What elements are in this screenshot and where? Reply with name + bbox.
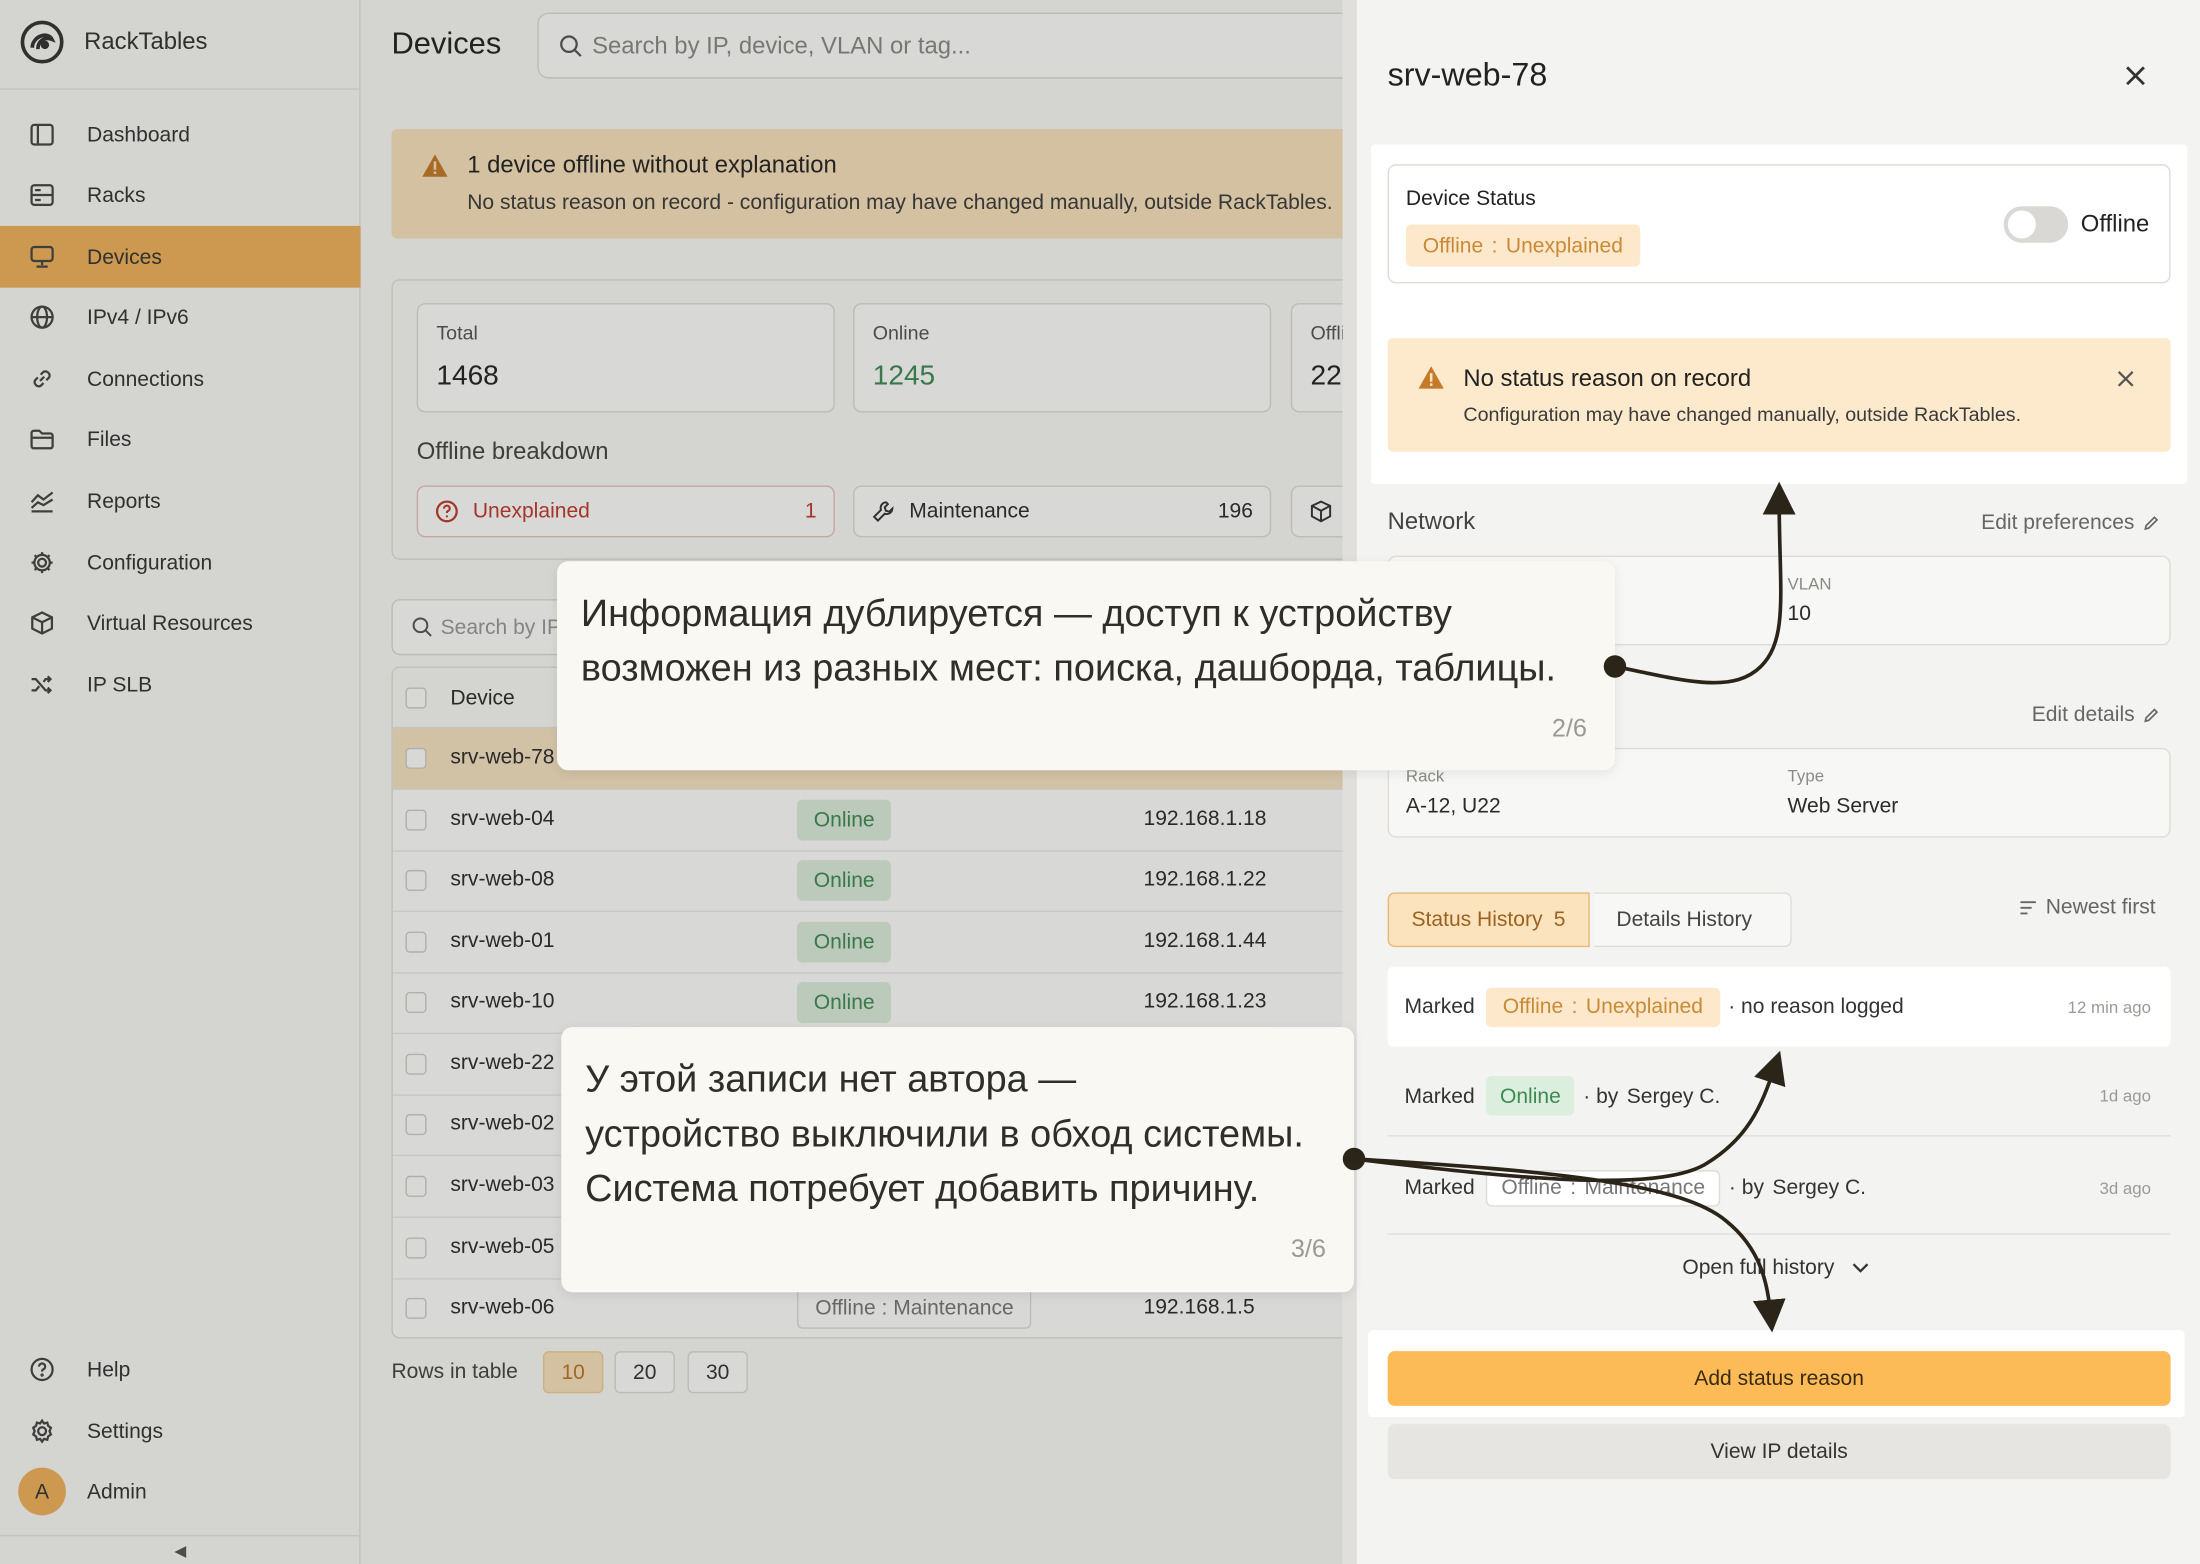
status-toggle[interactable]	[2003, 206, 2069, 243]
pill-state: Offline	[1502, 994, 1564, 1019]
vlan-value: 10	[1787, 601, 1811, 626]
history-entry: Marked Offline: Unexplained · no reason l…	[1387, 966, 2171, 1047]
edit-details-link[interactable]: Edit details	[2032, 703, 2160, 727]
edit-preferences-link[interactable]: Edit preferences	[1981, 511, 2160, 535]
status-label: Device Status	[1405, 186, 1536, 211]
link-label: Open full history	[1682, 1255, 1835, 1280]
chevron-down-icon	[1851, 1261, 1871, 1275]
network-section-title: Network	[1387, 507, 1476, 535]
pencil-icon	[2143, 514, 2160, 531]
pill-state: Offline	[1422, 233, 1484, 258]
sort-toggle[interactable]: Newest first	[2019, 895, 2156, 919]
view-ip-details-button[interactable]: View IP details	[1387, 1424, 2171, 1479]
history-suffix: · no reason logged	[1728, 994, 1904, 1019]
toggle-label: Offline	[2080, 210, 2150, 238]
add-status-reason-button[interactable]: Add status reason	[1387, 1351, 2171, 1406]
status-pill: Offline: Maintenance	[1485, 1169, 1721, 1206]
callout-line: Система потребует добавить причину.	[585, 1167, 1260, 1210]
callout-line: устройство выключили в обход системы.	[585, 1112, 1304, 1155]
status-pill: Offline: Unexplained	[1405, 224, 1640, 267]
vlan-label: VLAN	[1787, 573, 1832, 594]
type-value: Web Server	[1787, 794, 1899, 819]
sort-label: Newest first	[2045, 895, 2156, 920]
alert-text: Configuration may have changed manually,…	[1463, 402, 2022, 426]
close-icon	[2117, 371, 2134, 387]
tab-count: 5	[1553, 907, 1566, 932]
tab-details-history[interactable]: Details History	[1593, 892, 1792, 948]
history-suffix: · by	[1583, 1083, 1619, 1108]
tour-callout-step-2: Информация дублируется — доступ к устрой…	[557, 561, 1615, 771]
history-author: Sergey C.	[1626, 1083, 1721, 1108]
status-pill: Offline: Unexplained	[1485, 987, 1720, 1027]
callout-line: У этой записи нет автора —	[585, 1057, 1077, 1101]
open-full-history-button[interactable]: Open full history	[1682, 1256, 1871, 1280]
pill-separator: :	[1570, 1175, 1577, 1200]
callout-step-counter: 3/6	[1290, 1234, 1326, 1263]
history-entry: Marked Online · by Sergey C. 1d ago	[1387, 1057, 2171, 1137]
type-label: Type	[1787, 766, 1825, 786]
alert-title: No status reason on record	[1463, 364, 1752, 392]
tab-label: Status History	[1411, 907, 1543, 932]
tour-callout-step-3: У этой записи нет автора — устройство вы…	[561, 1027, 1354, 1293]
link-label: Edit preferences	[1981, 510, 2135, 535]
history-prefix: Marked	[1404, 994, 1475, 1019]
pill-state: Offline	[1501, 1175, 1562, 1200]
history-entry: Marked Offline: Maintenance · by Sergey C…	[1388, 1148, 2171, 1228]
pill-reason: Unexplained	[1585, 994, 1703, 1019]
no-reason-alert: No status reason on record Configuration…	[1387, 338, 2171, 452]
pill-reason: Maintenance	[1584, 1175, 1706, 1200]
close-button[interactable]	[2119, 59, 2153, 93]
status-pill: Online	[1485, 1076, 1575, 1116]
link-label: Edit details	[2031, 702, 2135, 727]
tab-label: Details History	[1616, 907, 1753, 932]
warning-icon	[1417, 365, 1445, 390]
drawer-title: srv-web-78	[1387, 56, 1548, 93]
history-time: 3d ago	[2099, 1177, 2151, 1198]
callout-line: возможен из разных мест: поиска, дашборд…	[580, 646, 1557, 689]
pill-reason: Unexplained	[1505, 233, 1623, 258]
history-prefix: Marked	[1404, 1083, 1475, 1108]
close-icon	[2126, 66, 2145, 86]
divider	[1387, 1233, 2171, 1235]
pencil-icon	[2143, 706, 2160, 723]
history-prefix: Marked	[1404, 1175, 1475, 1200]
device-status-card: Device Status Offline: Unexplained Offlin…	[1387, 164, 2171, 284]
callout-step-counter: 2/6	[1551, 714, 1587, 743]
pill-separator: :	[1491, 233, 1498, 258]
tab-status-history[interactable]: Status History 5	[1387, 892, 1590, 948]
history-author: Sergey C.	[1772, 1175, 1867, 1200]
toggle-knob	[2007, 210, 2036, 239]
callout-line: Информация дублируется — доступ к устрой…	[580, 592, 1452, 635]
history-time: 12 min ago	[2067, 996, 2151, 1017]
history-time: 1d ago	[2099, 1085, 2151, 1106]
rack-value: A-12, U22	[1405, 794, 1501, 819]
dismiss-alert-button[interactable]	[2116, 369, 2136, 389]
sort-icon	[2019, 899, 2037, 916]
history-suffix: · by	[1728, 1175, 1765, 1200]
pill-separator: :	[1571, 994, 1578, 1019]
